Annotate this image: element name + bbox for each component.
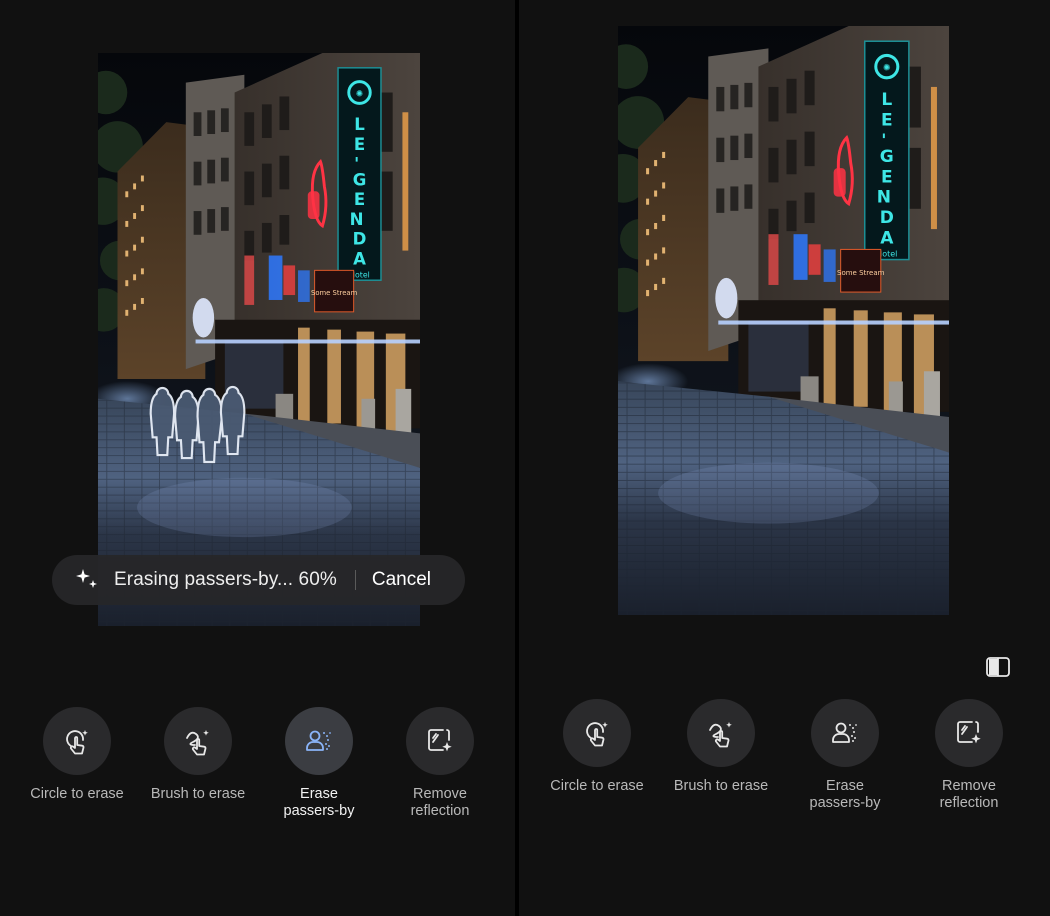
pill-divider bbox=[354, 570, 356, 590]
tool-label-line2: passers-by bbox=[809, 795, 881, 811]
right-panel: Circle to erase Brush to erase Erase pas… bbox=[519, 0, 1050, 916]
tool-circle-to-erase[interactable]: Circle to erase bbox=[537, 699, 657, 795]
remove-reflection-icon bbox=[428, 729, 452, 752]
tool-brush-to-erase[interactable]: Brush to erase bbox=[661, 699, 781, 795]
erase-passers-by-icon bbox=[306, 730, 331, 751]
photo-result[interactable] bbox=[618, 26, 949, 615]
tool-label-line1: Brush to erase bbox=[673, 778, 769, 794]
tool-label-line1: Erase bbox=[826, 778, 864, 794]
brush-to-erase-icon bbox=[709, 722, 732, 748]
cancel-button[interactable]: Cancel bbox=[372, 569, 431, 591]
tool-label-line1: Erase bbox=[300, 786, 338, 802]
tool-label-line2: reflection bbox=[939, 795, 999, 811]
erase-progress-text: Erasing passers-by... 60% bbox=[114, 569, 337, 590]
tool-erase-passers-by[interactable]: Erase passers-by bbox=[785, 699, 905, 812]
tool-remove-reflection[interactable]: Remove reflection bbox=[380, 707, 500, 820]
brush-to-erase-button[interactable] bbox=[164, 707, 232, 775]
tool-label: Erase passers-by bbox=[785, 778, 905, 812]
erase-passers-by-button[interactable] bbox=[285, 707, 353, 775]
tool-circle-to-erase[interactable]: Circle to erase bbox=[17, 707, 137, 803]
circle-to-erase-icon bbox=[66, 730, 88, 755]
compare-icon[interactable] bbox=[984, 654, 1012, 680]
tool-label: Brush to erase bbox=[138, 786, 258, 803]
remove-reflection-button[interactable] bbox=[935, 699, 1003, 767]
remove-reflection-icon bbox=[957, 721, 981, 744]
brush-to-erase-icon bbox=[186, 730, 209, 756]
tool-label: Circle to erase bbox=[537, 778, 657, 795]
tool-label-line1: Brush to erase bbox=[150, 786, 246, 802]
tool-label: Remove reflection bbox=[909, 778, 1029, 812]
sparkle-icon bbox=[76, 569, 97, 588]
remove-reflection-button[interactable] bbox=[406, 707, 474, 775]
circle-to-erase-button[interactable] bbox=[563, 699, 631, 767]
left-panel: Erasing passers-by... 60% 60 Cancel Circ… bbox=[0, 0, 515, 916]
tool-remove-reflection[interactable]: Remove reflection bbox=[909, 699, 1029, 812]
tool-label-line1: Circle to erase bbox=[30, 786, 124, 802]
erase-progress-pill: Erasing passers-by... 60% 60 Cancel bbox=[52, 555, 465, 605]
circle-to-erase-button[interactable] bbox=[43, 707, 111, 775]
tool-label: Brush to erase bbox=[661, 778, 781, 795]
tool-label: Circle to erase bbox=[17, 786, 137, 803]
tool-label: Remove reflection bbox=[380, 786, 500, 820]
circle-to-erase-icon bbox=[586, 722, 608, 747]
tool-label-line1: Circle to erase bbox=[550, 778, 644, 794]
tool-label-line1: Remove bbox=[942, 778, 996, 794]
tool-label-line2: passers-by bbox=[283, 803, 355, 819]
tool-label-line2: reflection bbox=[410, 803, 470, 819]
erase-passers-by-icon bbox=[832, 722, 857, 743]
brush-to-erase-button[interactable] bbox=[687, 699, 755, 767]
tool-brush-to-erase[interactable]: Brush to erase bbox=[138, 707, 258, 803]
tool-label-line1: Remove bbox=[413, 786, 467, 802]
tool-erase-passers-by[interactable]: Erase passers-by bbox=[259, 707, 379, 820]
tool-label: Erase passers-by bbox=[259, 786, 379, 820]
photo-preview[interactable] bbox=[98, 53, 420, 626]
erase-passers-by-button[interactable] bbox=[811, 699, 879, 767]
